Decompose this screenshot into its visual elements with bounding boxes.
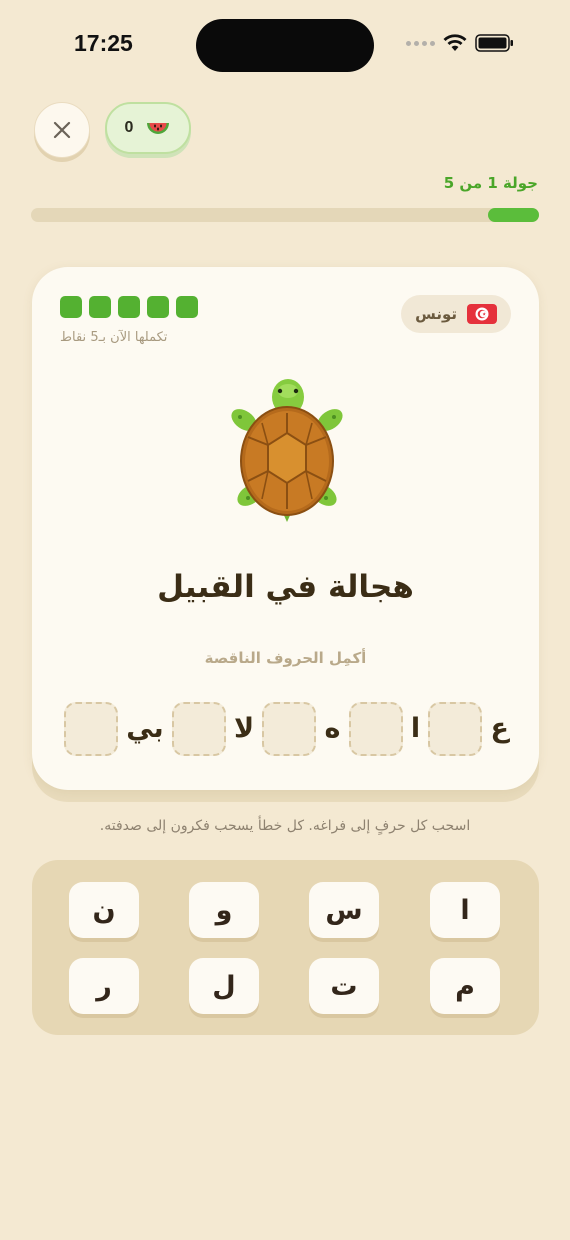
status-icons [406, 34, 515, 52]
word-card: تونس تكملها الآن بـ5 نقاط هجالة في القبي… [32, 267, 539, 790]
letter-key[interactable]: ن [69, 882, 139, 938]
letter-slot[interactable] [262, 702, 317, 756]
wifi-icon [443, 34, 467, 51]
tunisia-flag-icon [467, 304, 497, 324]
given-letter: ا [410, 713, 421, 744]
battery-icon [475, 34, 513, 52]
given-letter: لا [234, 713, 255, 744]
letter-slot[interactable] [171, 702, 226, 756]
letter-slot[interactable] [428, 702, 483, 756]
given-letter: بي [126, 713, 164, 744]
instruction-text: أكمِل الحروف الناقصة [204, 649, 367, 667]
points-text: تكملها الآن بـ5 نقاط [60, 330, 168, 345]
given-letter: ه [324, 713, 341, 744]
seed-counter: 0 [105, 102, 191, 154]
watermelon-icon [147, 123, 170, 134]
letter-key[interactable]: س [309, 882, 379, 938]
round-label: جولة 1 من 5 [443, 174, 538, 192]
point-box [89, 296, 111, 318]
point-box [176, 296, 198, 318]
word-title: هجالة في القبيل [157, 569, 414, 605]
seed-count: 0 [124, 119, 134, 136]
close-button[interactable] [34, 102, 90, 158]
point-box [60, 296, 82, 318]
close-icon [53, 121, 71, 139]
letter-key[interactable]: ر [69, 958, 139, 1014]
country-name: تونس [415, 305, 457, 323]
hint-text: اسحب كل حرفٍ إلى فراغه. كل خطأ يسحب فكرو… [99, 818, 471, 834]
letter-key[interactable]: ت [309, 958, 379, 1014]
word-slots: ع ا ه لا بي [64, 700, 509, 758]
dynamic-island [196, 19, 374, 72]
letter-key[interactable]: ا [430, 882, 500, 938]
country-badge: تونس [401, 295, 511, 333]
letter-key[interactable]: ل [189, 958, 259, 1014]
letter-key[interactable]: و [189, 882, 259, 938]
status-time: 17:25 [74, 30, 133, 56]
letter-slot[interactable] [348, 702, 403, 756]
given-letter: ع [490, 713, 509, 744]
turtle-icon [231, 379, 343, 522]
round-progress-bar [31, 208, 539, 222]
point-box [118, 296, 140, 318]
letter-key[interactable]: م [430, 958, 500, 1014]
point-box [147, 296, 169, 318]
points-indicator [60, 296, 198, 318]
round-progress-fill [488, 208, 539, 222]
letter-slot[interactable] [64, 702, 118, 756]
game-screen: 17:25 0 جولة 1 من 5 تونس تكملها الآن بـ5… [0, 0, 570, 1240]
cellular-signal-icon [406, 40, 435, 46]
letter-tray: ا س و ن م ت ل ر [32, 860, 539, 1035]
